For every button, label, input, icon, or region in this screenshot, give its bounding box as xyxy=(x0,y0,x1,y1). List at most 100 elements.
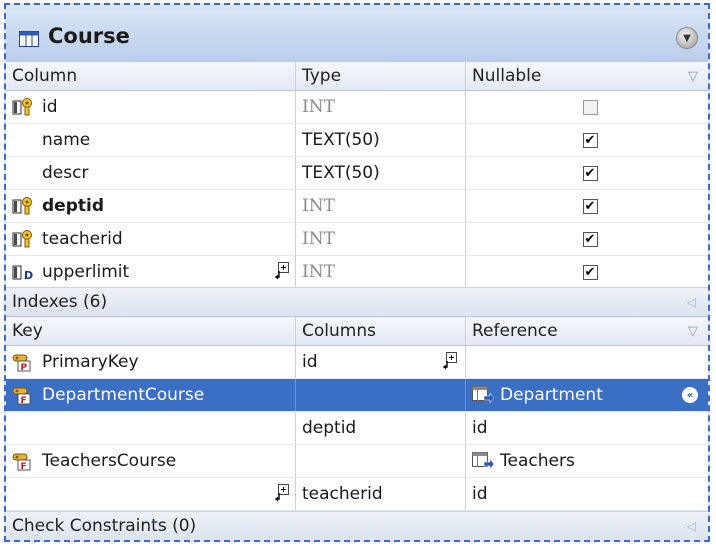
column-type-cell[interactable]: INT xyxy=(296,91,466,123)
column-row[interactable]: descr TEXT(50) ✔ xyxy=(6,157,708,190)
table-title-bar[interactable]: Course ▼ xyxy=(6,5,708,63)
columns-header-label: Columns xyxy=(302,321,376,341)
column-type: INT xyxy=(302,97,335,117)
column-nullable-cell[interactable]: ✔ xyxy=(466,190,708,222)
svg-text:P: P xyxy=(21,363,28,372)
index-reference-cell[interactable]: id xyxy=(466,478,708,510)
index-header-key[interactable]: Key xyxy=(6,317,296,345)
column-name: upperlimit xyxy=(42,262,130,282)
index-key-cell[interactable]: F DepartmentCourse xyxy=(6,379,296,411)
svg-text:F: F xyxy=(21,396,27,405)
index-columns-cell[interactable]: teacherid xyxy=(296,478,466,510)
column-type-cell[interactable]: TEXT(50) xyxy=(296,157,466,189)
column-type: TEXT(50) xyxy=(302,130,380,150)
check-constraints-label: Check Constraints (0) xyxy=(12,516,197,536)
column-header-column[interactable]: Column xyxy=(6,62,296,90)
column-row[interactable]: deptid INT ✔ xyxy=(6,190,708,223)
column-type: INT xyxy=(302,229,335,249)
index-reference-cell[interactable]: id xyxy=(466,412,708,444)
index-key-cell[interactable] xyxy=(6,412,296,444)
column-type: INT xyxy=(302,262,335,282)
column-type-cell[interactable]: INT xyxy=(296,190,466,222)
double-chevron-left-icon[interactable]: « xyxy=(682,387,698,403)
column-row[interactable]: teacherid INT ✔ xyxy=(6,223,708,256)
column-name-cell[interactable]: Dupperlimit xyxy=(6,256,296,288)
primary-foreign-key-icon xyxy=(12,98,32,116)
table-icon xyxy=(19,31,39,47)
primary-foreign-key-icon xyxy=(12,197,32,215)
table-reference-icon xyxy=(472,452,494,470)
index-key-cell[interactable]: P PrimaryKey xyxy=(6,346,296,378)
primary-foreign-key-icon xyxy=(12,230,32,248)
nullable-checkbox[interactable]: ✔ xyxy=(582,198,598,214)
indexes-section-header[interactable]: Indexes (6) ◁ xyxy=(6,287,708,317)
index-columns-cell[interactable] xyxy=(296,379,466,411)
column-type-cell[interactable]: TEXT(50) xyxy=(296,124,466,156)
column-nullable-cell[interactable]: ✔ xyxy=(466,124,708,156)
index-row[interactable]: teacherid id xyxy=(6,478,708,511)
table-design-window: Course ▼ Column Type Nullable ▽ id INT name… xyxy=(4,3,710,542)
column-nullable-cell[interactable]: ✔ xyxy=(466,223,708,255)
column-name-cell[interactable]: descr xyxy=(6,157,296,189)
sort-icon[interactable]: ▽ xyxy=(688,69,698,84)
primary-key-icon: P xyxy=(12,354,31,372)
column-name: id xyxy=(42,97,58,117)
nullable-checkbox[interactable]: ✔ xyxy=(582,231,598,247)
indexes-label: Indexes (6) xyxy=(12,292,108,312)
column-name: teacherid xyxy=(42,229,123,249)
index-reference-cell[interactable]: Department « xyxy=(466,379,708,411)
column-row[interactable]: id INT xyxy=(6,91,708,124)
nullable-checkbox[interactable]: ✔ xyxy=(582,264,598,280)
column-name: descr xyxy=(42,163,89,183)
expand-plus-icon[interactable] xyxy=(443,352,457,370)
column-nullable-cell[interactable]: ✔ xyxy=(466,256,708,288)
column-row[interactable]: name TEXT(50) ✔ xyxy=(6,124,708,157)
column-name: deptid xyxy=(42,196,104,216)
sort-icon[interactable]: ▽ xyxy=(688,324,698,339)
index-columns-cell[interactable]: deptid xyxy=(296,412,466,444)
column-type-cell[interactable]: INT xyxy=(296,256,466,288)
expand-plus-icon[interactable] xyxy=(275,484,289,502)
index-row[interactable]: F DepartmentCourse Department « xyxy=(6,379,708,412)
column-name-cell[interactable]: deptid xyxy=(6,190,296,222)
index-key-cell[interactable] xyxy=(6,478,296,510)
index-reference-value: Teachers xyxy=(500,451,575,471)
column-header-nullable[interactable]: Nullable ▽ xyxy=(466,62,708,90)
column-row[interactable]: Dupperlimit INT ✔ xyxy=(6,256,708,289)
column-type-cell[interactable]: INT xyxy=(296,223,466,255)
index-key-name: TeachersCourse xyxy=(42,451,177,471)
index-row[interactable]: F TeachersCourse Teachers xyxy=(6,445,708,478)
index-reference-cell[interactable] xyxy=(466,346,708,378)
index-key-cell[interactable]: F TeachersCourse xyxy=(6,445,296,477)
column-name-cell[interactable]: id xyxy=(6,91,296,123)
table-title: Course xyxy=(48,24,130,48)
index-header-columns[interactable]: Columns xyxy=(296,317,466,345)
column-nullable-cell[interactable] xyxy=(466,91,708,123)
column-nullable-cell[interactable]: ✔ xyxy=(466,157,708,189)
column-name-cell[interactable]: name xyxy=(6,124,296,156)
expand-plus-icon[interactable] xyxy=(275,262,289,280)
nullable-header-label: Nullable xyxy=(472,66,542,86)
table-reference-icon xyxy=(472,386,494,404)
index-columns-cell[interactable] xyxy=(296,445,466,477)
index-row[interactable]: deptid id xyxy=(6,412,708,445)
type-header-label: Type xyxy=(302,66,342,86)
column-name: name xyxy=(42,130,91,150)
check-constraints-section-header[interactable]: Check Constraints (0) ◁ xyxy=(6,511,708,540)
nullable-checkbox[interactable] xyxy=(582,99,598,115)
column-name-cell[interactable]: teacherid xyxy=(6,223,296,255)
index-reference-cell[interactable]: Teachers xyxy=(466,445,708,477)
key-header-label: Key xyxy=(12,321,43,341)
collapse-arrow-icon[interactable]: ◁ xyxy=(687,519,696,533)
nullable-checkbox[interactable]: ✔ xyxy=(582,132,598,148)
index-reference-value: id xyxy=(472,418,488,438)
column-header-type[interactable]: Type xyxy=(296,62,466,90)
collapse-button[interactable]: ▼ xyxy=(676,27,698,49)
nullable-checkbox[interactable]: ✔ xyxy=(582,165,598,181)
index-columns-cell[interactable]: id xyxy=(296,346,466,378)
index-header-reference[interactable]: Reference ▽ xyxy=(466,317,708,345)
columns-grid: Column Type Nullable ▽ id INT name TEXT(50) ✔… xyxy=(6,62,708,289)
collapse-arrow-icon[interactable]: ◁ xyxy=(687,295,696,309)
index-row[interactable]: P PrimaryKey id xyxy=(6,346,708,379)
index-key-name: PrimaryKey xyxy=(42,352,139,372)
